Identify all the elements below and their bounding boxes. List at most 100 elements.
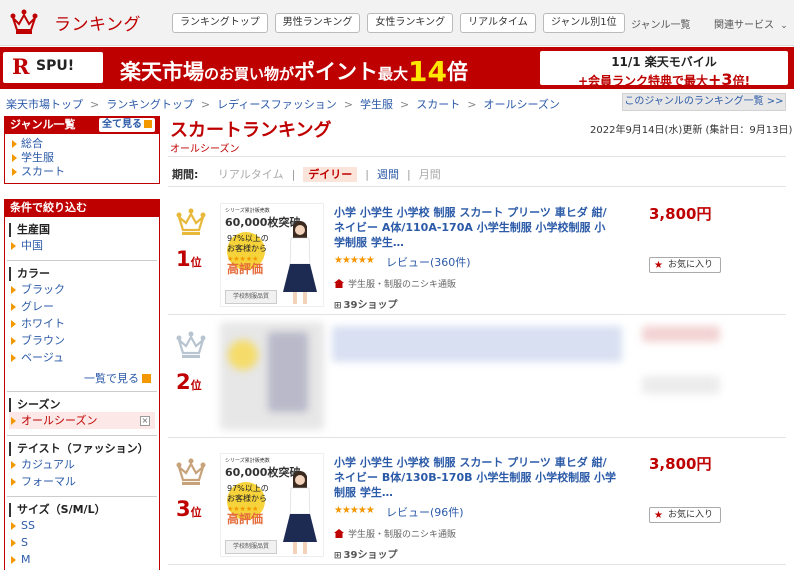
tab-weekly[interactable]: 週間	[377, 168, 399, 181]
shop-count-link[interactable]: ⊞ 39ショップ	[334, 546, 397, 561]
rank-number: 3位	[176, 497, 202, 521]
filter-origin-china[interactable]: 中国	[9, 237, 155, 254]
ranking-title[interactable]: ランキング	[54, 10, 141, 35]
breadcrumb-item[interactable]: ランキングトップ	[106, 98, 194, 111]
genre-list-link[interactable]: ジャンル一覧	[631, 16, 691, 31]
tab-realtime[interactable]: リアルタイム	[218, 168, 284, 181]
product-image[interactable]: シリーズ累計販売数 60,000枚突破 97%以上の お客様から ★★★★★ 高評価 学…	[220, 203, 324, 307]
genre-item-overall[interactable]: 総合	[11, 137, 159, 151]
thumb-small-text: シリーズ累計販売数	[225, 208, 270, 214]
show-all-label: 全て見る	[102, 119, 142, 130]
tab-separator: |	[365, 168, 370, 181]
genre-item-school-uniform[interactable]: 学生服	[11, 151, 159, 165]
filter-color-brown[interactable]: ブラウン	[9, 332, 155, 349]
genre-list-heading: ジャンル一覧	[10, 118, 76, 131]
thumb-line2: お客様から	[227, 494, 267, 503]
shop-count-link[interactable]: ⊞ 39ショップ	[334, 296, 397, 311]
filter-color-white[interactable]: ホワイト	[9, 315, 155, 332]
shop-link[interactable]: 学生服・制服のニシキ通販	[334, 277, 456, 290]
crown-icon[interactable]	[10, 8, 38, 36]
genre-item-skirt[interactable]: スカート	[11, 165, 159, 179]
divider	[7, 260, 157, 261]
banner-text-e: 最大	[378, 65, 409, 83]
filter-color-gray[interactable]: グレー	[9, 298, 155, 315]
thumb-rating-text: 97%以上の お客様から ★★★★★ 高評価	[227, 484, 269, 526]
nav-male-ranking[interactable]: 男性ランキング	[274, 13, 361, 33]
blurred-product-name	[332, 326, 622, 362]
arrow-square-icon	[142, 374, 151, 383]
divider	[7, 496, 157, 497]
filter-season-title: シーズン	[9, 398, 155, 412]
page-title: スカートランキング	[170, 120, 332, 141]
genre-sidebar: ジャンル一覧 全て見る 総合 学生服 スカート	[4, 116, 160, 184]
rating-stars: ★★★★★	[334, 505, 375, 516]
nav-ranking-top[interactable]: ランキングトップ	[172, 13, 268, 33]
thumb-badge: 学校制服品質	[225, 540, 277, 554]
breadcrumb-item[interactable]: 学生服	[360, 98, 393, 111]
blurred-image-part	[228, 340, 258, 370]
filter-size-s[interactable]: S	[9, 534, 155, 551]
review-count-link[interactable]: レビュー(96件)	[386, 504, 464, 520]
filter-color-beige[interactable]: ベージュ	[9, 349, 155, 366]
show-all-button[interactable]: 全て見る	[99, 118, 155, 132]
tab-daily[interactable]: デイリー	[303, 167, 358, 182]
banner-mobile-line1: 11/1 楽天モバイル	[611, 55, 717, 69]
favorite-button[interactable]: ★ お気に入り	[649, 257, 721, 273]
chevron-down-icon: ⌄	[780, 21, 788, 31]
breadcrumb-item[interactable]: レディースファッション	[217, 98, 337, 111]
filter-taste: テイスト（ファッション） カジュアル フォーマル	[9, 442, 155, 490]
nav-realtime[interactable]: リアルタイム	[460, 13, 536, 33]
filter-size-ss[interactable]: SS	[9, 517, 155, 534]
filter-sidebar: 条件で絞り込む 生産国 中国 カラー ブラック グレー ホワイト ブラウン ベー…	[4, 199, 160, 570]
rakuten-r-logo: R	[12, 54, 30, 79]
filter-color-black[interactable]: ブラック	[9, 281, 155, 298]
breadcrumb-separator: >	[90, 98, 100, 111]
filter-season-all-selected[interactable]: オールシーズン ×	[9, 412, 155, 429]
ranking-item-2: 2位	[168, 316, 786, 438]
filter-header: 条件で絞り込む	[4, 199, 160, 217]
filter-taste-title: テイスト（ファッション）	[9, 442, 155, 456]
filter-taste-casual[interactable]: カジュアル	[9, 456, 155, 473]
nav-genre-first[interactable]: ジャンル別1位	[542, 13, 625, 33]
see-list-link[interactable]: 一覧で見る	[84, 370, 151, 386]
breadcrumb-separator: >	[200, 98, 211, 111]
see-list-label: 一覧で見る	[84, 372, 139, 385]
favorite-label: お気に入り	[668, 510, 714, 520]
shop-link[interactable]: 学生服・制服のニシキ通販	[334, 527, 456, 540]
genre-ranking-list-button[interactable]: このジャンルのランキング一覧 >>	[622, 93, 786, 111]
related-services-menu[interactable]: 関連サービス ⌄	[714, 16, 788, 31]
rank-value: 2	[176, 370, 191, 394]
filter-size-m[interactable]: M	[9, 551, 155, 568]
remove-filter-icon[interactable]: ×	[140, 416, 150, 426]
filter-origin: 生産国 中国	[9, 223, 155, 254]
genre-list: 総合 学生服 スカート	[4, 134, 160, 184]
filter-taste-formal[interactable]: フォーマル	[9, 473, 155, 490]
breadcrumb-separator: >	[467, 98, 477, 111]
nav-female-ranking[interactable]: 女性ランキング	[367, 13, 454, 33]
thumb-high-rating: 高評価	[227, 512, 264, 526]
ranking-item-3: 3位 シリーズ累計販売数 60,000枚突破 97%以上の お客様から ★★★★★ 高評…	[168, 443, 786, 565]
breadcrumb-separator: >	[343, 98, 354, 111]
blurred-image-part	[268, 332, 308, 412]
tab-monthly[interactable]: 月間	[419, 168, 441, 181]
arrow-square-icon	[144, 120, 152, 128]
bag-icon: ⊞	[334, 301, 342, 311]
banner-mobile-text: +会員ランク特典で最大	[577, 74, 709, 88]
favorite-button[interactable]: ★ お気に入り	[649, 507, 721, 523]
rank-number: 2位	[176, 370, 202, 394]
ranking-nav: ランキングトップ 男性ランキング 女性ランキング リアルタイム ジャンル別1位	[172, 13, 625, 33]
product-name-link[interactable]: 小学 小学生 小学校 制服 スカート プリーツ 車ヒダ 紺/ネイビー A体/11…	[334, 205, 616, 250]
product-image[interactable]: シリーズ累計販売数 60,000枚突破 97%以上の お客様から ★★★★★ 高評価 学…	[220, 453, 324, 557]
student-model-image	[283, 471, 317, 554]
review-count-link[interactable]: レビュー(360件)	[386, 254, 471, 270]
crown-icon	[176, 458, 206, 485]
breadcrumb-item[interactable]: オールシーズン	[483, 98, 559, 111]
student-model-image	[283, 221, 317, 304]
banner-text-f: 倍	[447, 60, 469, 84]
genre-list-header: ジャンル一覧 全て見る	[4, 116, 160, 134]
breadcrumb-item[interactable]: 楽天市場トップ	[6, 98, 83, 111]
crown-icon	[176, 331, 206, 358]
breadcrumb-item[interactable]: スカート	[416, 98, 460, 111]
product-name-link[interactable]: 小学 小学生 小学校 制服 スカート プリーツ 車ヒダ 紺/ネイビー B体/13…	[334, 455, 616, 500]
promo-banner[interactable]: R SPU! 楽天市場のお買い物がポイント最大14倍 11/1 楽天モバイル +…	[0, 47, 794, 89]
